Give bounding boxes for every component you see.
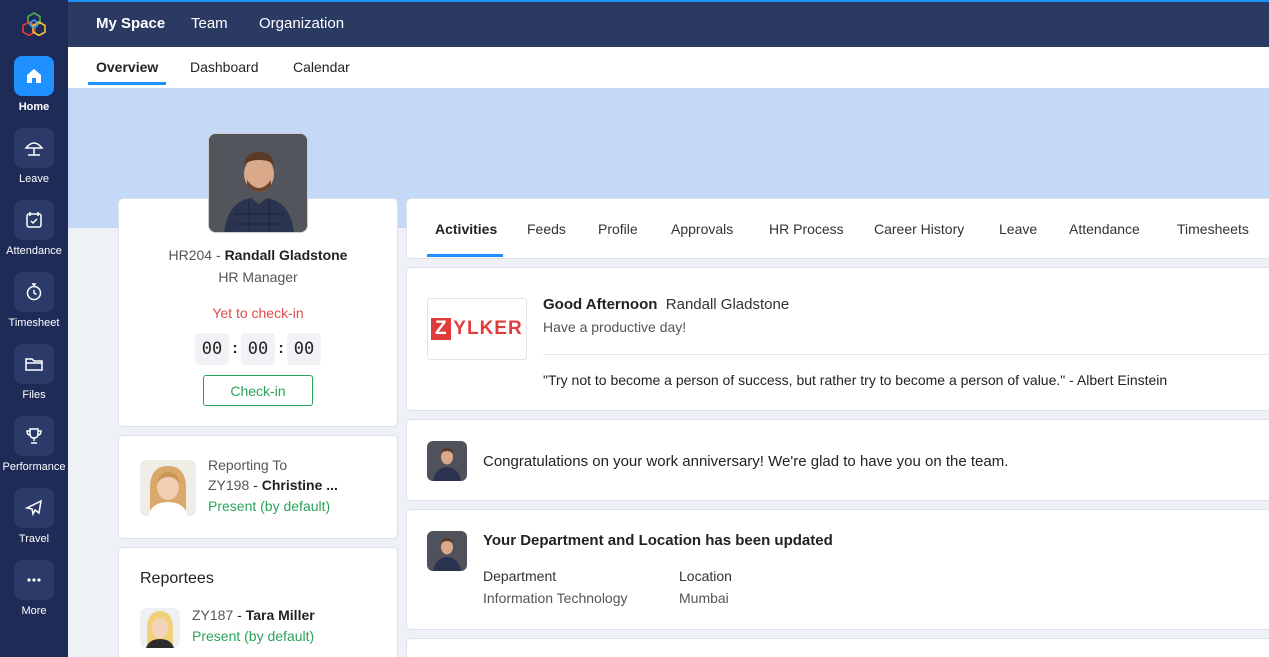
company-logo: Z YLKER	[427, 298, 527, 360]
sidebar-item-files[interactable]: Files	[0, 344, 68, 401]
reportees-title: Reportees	[140, 570, 214, 587]
department-value: Information Technology	[483, 590, 628, 606]
sidebar-item-attendance[interactable]: Attendance	[0, 200, 68, 257]
greeting-line: Good Afternoon Randall Gladstone	[543, 296, 789, 313]
employee-name[interactable]: Randall Gladstone	[225, 247, 348, 263]
top-navigation: My Space Team Organization	[68, 0, 1269, 47]
zylker-logo-mark: Z	[431, 318, 452, 340]
sidebar-item-home[interactable]: Home	[0, 56, 68, 113]
tab-overview[interactable]: Overview	[96, 59, 158, 75]
tab-profile[interactable]: Profile	[598, 221, 638, 237]
reportees-card: Reportees ZY187 - Tara Miller Present (b…	[118, 547, 398, 657]
timer-minutes: 00	[241, 333, 275, 365]
folder-icon	[14, 344, 54, 384]
reportee-name[interactable]: Tara Miller	[246, 607, 315, 623]
employee-name-line: HR204 - Randall Gladstone	[168, 247, 348, 263]
department-update-card: Your Department and Location has been up…	[406, 509, 1269, 630]
anniversary-message: Congratulations on your work anniversary…	[483, 453, 1009, 470]
sidebar-label-travel: Travel	[18, 533, 50, 545]
reportee-status: Present (by default)	[192, 628, 315, 644]
update-avatar[interactable]	[427, 531, 467, 571]
reportee-avatar[interactable]	[140, 608, 180, 648]
manager-name-line: ZY198 - Christine ...	[208, 477, 338, 493]
app-logo-icon[interactable]	[22, 12, 46, 36]
manager-name[interactable]: Christine ...	[262, 477, 338, 493]
timer-hours: 00	[195, 333, 229, 365]
sidebar: Home Leave Attendance Timesheet Files Pe…	[0, 0, 68, 657]
daily-quote: "Try not to become a person of success, …	[543, 372, 1168, 388]
active-tab-indicator	[88, 82, 166, 85]
checkin-button[interactable]: Check-in	[203, 375, 313, 406]
profile-avatar[interactable]	[208, 133, 308, 233]
home-icon	[14, 56, 54, 96]
activity-tabs-bar: Activities Feeds Profile Approvals HR Pr…	[406, 198, 1269, 259]
anniversary-avatar[interactable]	[427, 441, 467, 481]
airplane-icon	[14, 488, 54, 528]
reportee-id: ZY187	[192, 607, 234, 623]
sidebar-label-leave: Leave	[19, 173, 49, 185]
sidebar-label-timesheet: Timesheet	[8, 317, 60, 329]
location-label: Location	[679, 568, 732, 584]
employee-id: HR204	[168, 247, 213, 263]
greeting-card: Z YLKER Good Afternoon Randall Gladstone …	[406, 267, 1269, 411]
timer-seconds: 00	[287, 333, 321, 365]
sidebar-label-files: Files	[22, 389, 46, 401]
stopwatch-icon	[14, 272, 54, 312]
reporting-to-title: Reporting To	[208, 457, 288, 473]
sidebar-label-attendance: Attendance	[6, 245, 62, 257]
next-activity-card	[406, 638, 1269, 657]
department-label: Department	[483, 568, 557, 584]
tab-organization[interactable]: Organization	[259, 15, 344, 32]
active-activity-tab-indicator	[427, 254, 503, 257]
tab-leave[interactable]: Leave	[999, 221, 1037, 237]
tab-career-history[interactable]: Career History	[874, 221, 964, 237]
umbrella-icon	[14, 128, 54, 168]
tab-my-space[interactable]: My Space	[96, 15, 165, 32]
reporting-to-card: Reporting To ZY198 - Christine ... Prese…	[118, 435, 398, 539]
greeting-name: Randall Gladstone	[665, 296, 790, 313]
tab-team[interactable]: Team	[191, 15, 228, 32]
sidebar-item-timesheet[interactable]: Timesheet	[0, 272, 68, 329]
tab-dashboard[interactable]: Dashboard	[190, 59, 259, 75]
manager-avatar[interactable]	[140, 460, 196, 516]
greeting-salutation: Good Afternoon	[543, 296, 658, 313]
tab-attendance[interactable]: Attendance	[1069, 221, 1140, 237]
tab-approvals[interactable]: Approvals	[671, 221, 733, 237]
tab-timesheets[interactable]: Timesheets	[1177, 221, 1249, 237]
greeting-subtitle: Have a productive day!	[543, 319, 687, 335]
reportee-name-line: ZY187 - Tara Miller	[192, 607, 315, 623]
checkin-status: Yet to check-in	[212, 305, 304, 321]
update-title: Your Department and Location has been up…	[483, 532, 833, 549]
tab-activities[interactable]: Activities	[435, 221, 497, 237]
checkin-timer: 00 : 00 : 00	[195, 333, 321, 365]
sidebar-item-leave[interactable]: Leave	[0, 128, 68, 185]
manager-id: ZY198	[208, 477, 250, 493]
manager-status: Present (by default)	[208, 498, 331, 514]
calendar-check-icon	[14, 200, 54, 240]
location-value: Mumbai	[679, 590, 729, 606]
tab-hr-process[interactable]: HR Process	[769, 221, 844, 237]
more-icon	[14, 560, 54, 600]
sub-navigation: Overview Dashboard Calendar	[68, 47, 1269, 88]
sidebar-item-more[interactable]: More	[0, 560, 68, 617]
greeting-divider	[543, 354, 1269, 355]
employee-role: HR Manager	[218, 269, 298, 285]
trophy-icon	[14, 416, 54, 456]
sidebar-item-performance[interactable]: Performance	[0, 416, 68, 473]
tab-calendar[interactable]: Calendar	[293, 59, 350, 75]
sidebar-item-travel[interactable]: Travel	[0, 488, 68, 545]
tab-feeds[interactable]: Feeds	[527, 221, 566, 237]
sidebar-label-performance: Performance	[2, 461, 66, 473]
sidebar-label-home: Home	[18, 101, 50, 113]
sidebar-label-more: More	[21, 605, 47, 617]
anniversary-card: Congratulations on your work anniversary…	[406, 419, 1269, 501]
